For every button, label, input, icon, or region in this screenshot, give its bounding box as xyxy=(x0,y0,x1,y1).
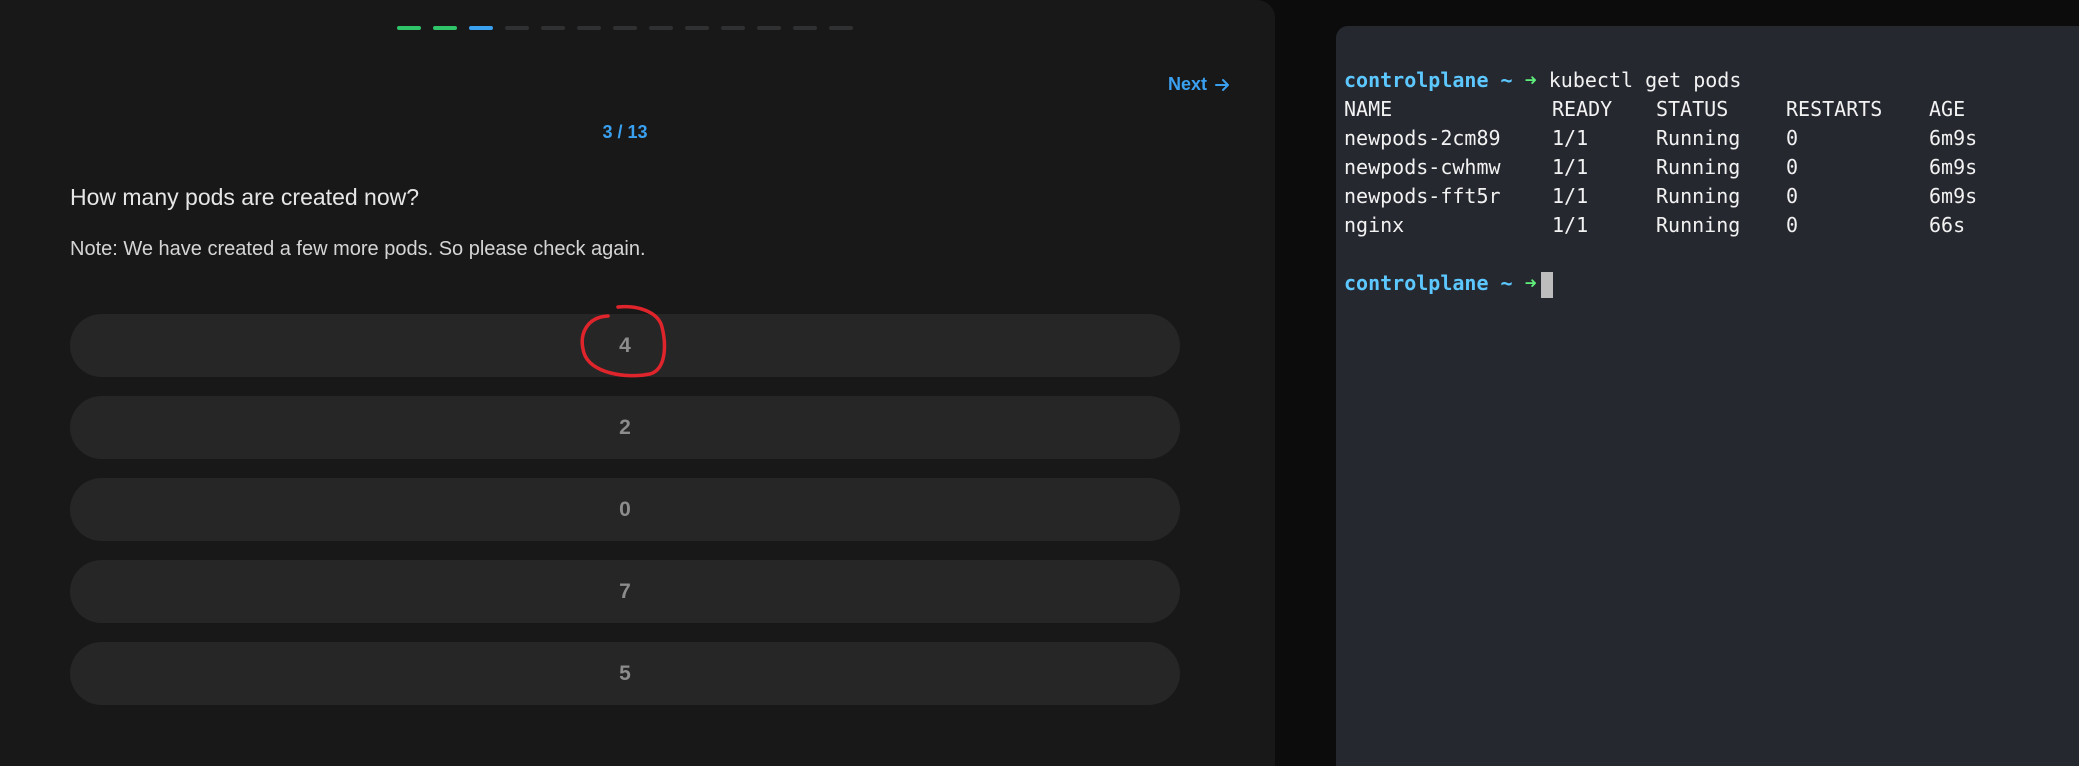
header-ready: READY xyxy=(1552,97,1613,121)
question-note: Note: We have created a few more pods. S… xyxy=(70,238,646,260)
prompt-tilde: ~ xyxy=(1500,68,1513,92)
progress-step xyxy=(541,26,565,30)
progress-step xyxy=(685,26,709,30)
pod-status: Running xyxy=(1656,126,1741,150)
pod-restarts: 0 xyxy=(1786,184,1799,208)
header-name: NAME xyxy=(1344,97,1393,121)
input-prompt-line[interactable]: controlplane ~ ➜ xyxy=(1344,269,2079,298)
answer-option[interactable]: 0 xyxy=(70,478,1180,541)
prompt-arrow-icon: ➜ xyxy=(1524,68,1537,92)
progress-step xyxy=(397,26,421,30)
pod-name: newpods-2cm89 xyxy=(1344,126,1501,150)
pod-ready: 1/1 xyxy=(1552,184,1589,208)
pod-ready: 1/1 xyxy=(1552,155,1589,179)
answer-option[interactable]: 2 xyxy=(70,396,1180,459)
quiz-panel: Next 3 / 13 How many pods are created no… xyxy=(0,0,1275,766)
pod-restarts: 0 xyxy=(1786,155,1799,179)
pod-age: 6m9s xyxy=(1929,155,1978,179)
output-row: newpods-fft5r 1/1 Running 0 6m9s xyxy=(1344,182,2079,211)
answer-option-label: 0 xyxy=(619,497,631,521)
output-row: nginx 1/1 Running 0 66s xyxy=(1344,211,2079,240)
progress-step xyxy=(829,26,853,30)
terminal[interactable]: controlplane ~ ➜ kubectl get pods NAME RE… xyxy=(1336,26,2079,766)
pod-name: newpods-cwhmw xyxy=(1344,155,1501,179)
progress-step xyxy=(721,26,745,30)
output-row: newpods-2cm89 1/1 Running 0 6m9s xyxy=(1344,124,2079,153)
progress-step xyxy=(613,26,637,30)
prompt-arrow-icon: ➜ xyxy=(1524,271,1537,295)
progress-steps xyxy=(397,26,853,30)
next-button-label: Next xyxy=(1168,74,1208,94)
progress-step xyxy=(577,26,601,30)
pod-ready: 1/1 xyxy=(1552,213,1589,237)
output-header-row: NAME READY STATUS RESTARTS AGE xyxy=(1344,95,2079,124)
pod-age: 66s xyxy=(1929,213,1966,237)
answer-option-label: 2 xyxy=(619,415,631,439)
header-status: STATUS xyxy=(1656,97,1729,121)
command-line: controlplane ~ ➜ kubectl get pods xyxy=(1344,66,2079,95)
terminal-cursor xyxy=(1540,271,1553,298)
header-age: AGE xyxy=(1929,97,1966,121)
pod-restarts: 0 xyxy=(1786,126,1799,150)
answer-option[interactable]: 7 xyxy=(70,560,1180,623)
command-text: kubectl get pods xyxy=(1548,68,1742,92)
prompt-host: controlplane xyxy=(1344,68,1489,92)
answer-option[interactable]: 4 xyxy=(70,314,1180,377)
pod-status: Running xyxy=(1656,155,1741,179)
answer-option-label: 7 xyxy=(619,579,631,603)
pod-ready: 1/1 xyxy=(1552,126,1589,150)
pod-status: Running xyxy=(1656,184,1741,208)
question-counter: 3 / 13 xyxy=(602,122,648,142)
arrow-right-icon xyxy=(1213,76,1231,94)
answer-option-label: 5 xyxy=(619,661,631,685)
progress-step xyxy=(505,26,529,30)
header-restarts: RESTARTS xyxy=(1786,97,1883,121)
next-button[interactable]: Next xyxy=(1168,74,1231,95)
question-text: How many pods are created now? xyxy=(70,184,420,210)
prompt-host: controlplane xyxy=(1344,271,1489,295)
progress-step xyxy=(433,26,457,30)
pod-status: Running xyxy=(1656,213,1741,237)
progress-step xyxy=(649,26,673,30)
pod-name: nginx xyxy=(1344,213,1405,237)
progress-step xyxy=(757,26,781,30)
progress-step xyxy=(469,26,493,30)
answer-option[interactable]: 5 xyxy=(70,642,1180,705)
answer-option-label: 4 xyxy=(619,333,631,357)
pod-age: 6m9s xyxy=(1929,126,1978,150)
prompt-tilde: ~ xyxy=(1500,271,1513,295)
answer-options: 4 2 0 7 5 xyxy=(70,314,1180,724)
progress-step xyxy=(793,26,817,30)
pod-restarts: 0 xyxy=(1786,213,1799,237)
output-row: newpods-cwhmw 1/1 Running 0 6m9s xyxy=(1344,153,2079,182)
pod-age: 6m9s xyxy=(1929,184,1978,208)
pod-name: newpods-fft5r xyxy=(1344,184,1501,208)
